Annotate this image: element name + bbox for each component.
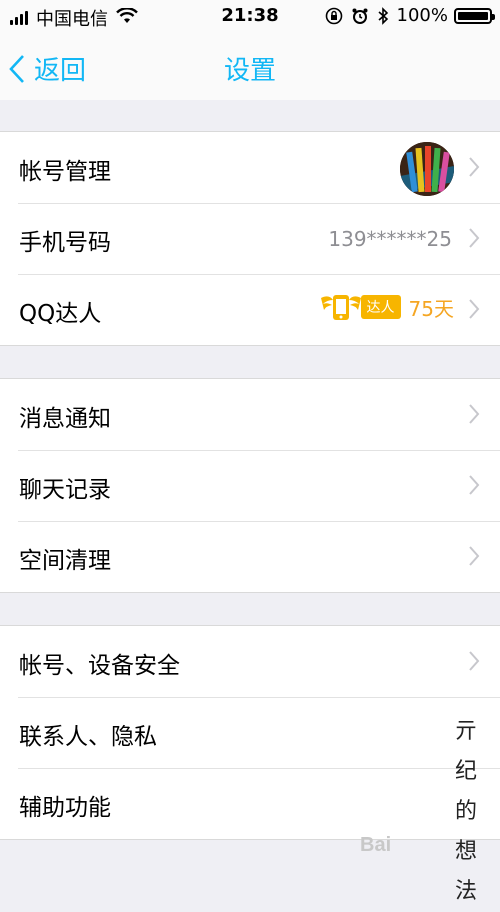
watermark-char: 想 [454, 839, 477, 864]
avatar [400, 142, 454, 196]
account-management-row[interactable]: 帐号管理 [0, 132, 500, 203]
accessibility-label: 辅助功能 [19, 795, 111, 821]
page-title: 设置 [223, 56, 276, 86]
security-group: 帐号、设备安全 联系人、隐私 辅助功能 [0, 625, 500, 840]
storage-cleanup-label: 空间清理 [19, 548, 111, 574]
handwritten-watermark: 亓 纪 的 想 法 [446, 712, 486, 912]
bluetooth-icon [377, 6, 389, 25]
chevron-right-icon [469, 228, 480, 248]
chevron-right-icon [469, 651, 480, 671]
qq-talent-label: QQ达人 [19, 301, 102, 327]
navigation-bar: 返回 设置 [0, 34, 500, 100]
chevron-right-icon [469, 299, 480, 319]
orientation-lock-icon [325, 7, 343, 25]
chevron-right-icon [469, 404, 480, 424]
talent-badge-label: 达人 [360, 295, 401, 319]
phone-number-label: 手机号码 [19, 230, 111, 256]
alarm-icon [351, 7, 369, 25]
watermark-char: 纪 [454, 759, 477, 784]
account-management-label: 帐号管理 [19, 159, 111, 185]
phone-number-value: 139******25 [328, 227, 452, 251]
phone-number-row[interactable]: 手机号码 139******25 [0, 203, 500, 274]
notifications-label: 消息通知 [19, 406, 111, 432]
chat-history-row[interactable]: 聊天记录 [0, 450, 500, 521]
watermark-char: 法 [454, 879, 477, 904]
battery-icon [454, 7, 495, 24]
chevron-right-icon [469, 475, 480, 495]
qq-talent-badge: 达人 75天 [319, 292, 454, 322]
watermark-char: 亓 [454, 719, 477, 744]
contacts-privacy-row[interactable]: 联系人、隐私 [0, 697, 500, 768]
accessibility-row[interactable]: 辅助功能 [0, 768, 500, 839]
talent-days: 75天 [408, 296, 454, 321]
qq-talent-row[interactable]: QQ达人 达人 75天 [0, 274, 500, 345]
chat-history-label: 聊天记录 [19, 477, 111, 503]
account-security-label: 帐号、设备安全 [19, 653, 180, 679]
storage-cleanup-row[interactable]: 空间清理 [0, 521, 500, 592]
status-bar: 中国电信 21:38 100% [0, 0, 500, 34]
watermark-char: 的 [454, 799, 477, 824]
contacts-privacy-label: 联系人、隐私 [19, 724, 157, 750]
chevron-right-icon [469, 546, 480, 566]
chevron-right-icon [469, 157, 480, 177]
account-group: 帐号管理 手机号码 139******25 QQ达人 达人 75天 [0, 131, 500, 346]
winged-phone-icon [320, 295, 361, 320]
battery-percentage: 100% [396, 5, 448, 26]
account-security-row[interactable]: 帐号、设备安全 [0, 626, 500, 697]
notifications-row[interactable]: 消息通知 [0, 379, 500, 450]
messages-group: 消息通知 聊天记录 空间清理 [0, 378, 500, 593]
baidu-watermark-logo: Bai [360, 834, 392, 856]
